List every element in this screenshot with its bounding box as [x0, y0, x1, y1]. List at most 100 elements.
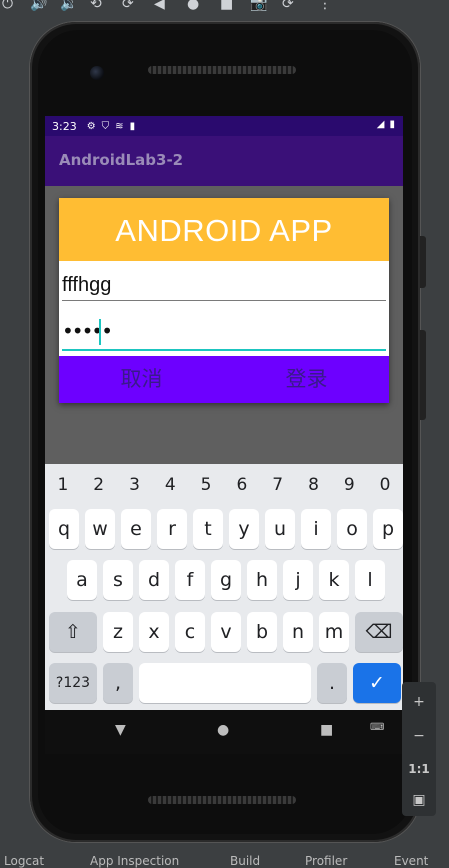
key-u[interactable]: u: [265, 509, 295, 549]
symbols-key[interactable]: ?123: [49, 663, 97, 703]
keyboard-switch-icon[interactable]: ⌨: [370, 722, 384, 733]
key-i[interactable]: i: [301, 509, 331, 549]
screenshot-icon[interactable]: 📷: [250, 0, 267, 12]
key-s[interactable]: s: [103, 560, 133, 600]
key-h[interactable]: h: [247, 560, 277, 600]
comma-key[interactable]: ,: [103, 663, 133, 703]
zoom-out-button[interactable]: −: [402, 728, 436, 744]
shift-icon: ⇧: [65, 621, 81, 643]
volume-button[interactable]: [420, 330, 426, 420]
nav-bar: ▼ ● ■ ⌨: [45, 710, 403, 754]
bottom-speaker: [148, 796, 296, 804]
key-c[interactable]: c: [175, 612, 205, 652]
cancel-button[interactable]: 取消: [59, 356, 224, 403]
backspace-icon: ⌫: [365, 621, 393, 643]
front-camera: [90, 66, 104, 80]
number-row: 1 2 3 4 5 6 7 8 9 0: [45, 466, 403, 504]
key-g[interactable]: g: [211, 560, 241, 600]
key-t[interactable]: t: [193, 509, 223, 549]
volume-down-icon[interactable]: 🔉: [60, 0, 77, 12]
signal-icon: ◢: [376, 119, 385, 130]
key-p[interactable]: p: [373, 509, 403, 549]
zoom-panel: + − 1:1 ▣: [402, 682, 436, 816]
key-row-4: ?123 , . ✓: [49, 663, 401, 703]
key-y[interactable]: y: [229, 509, 259, 549]
nav-recents-icon[interactable]: ■: [320, 722, 333, 738]
overview-icon[interactable]: ■: [220, 0, 233, 12]
more-icon[interactable]: ⋮: [318, 0, 332, 12]
key-n[interactable]: n: [283, 612, 313, 652]
fit-screen-icon[interactable]: ▣: [402, 792, 436, 808]
key-2[interactable]: 2: [81, 466, 117, 504]
app-bar: AndroidLab3-2: [45, 136, 403, 186]
key-e[interactable]: e: [121, 509, 151, 549]
key-3[interactable]: 3: [117, 466, 153, 504]
rotate-right-icon[interactable]: ⟳: [122, 0, 134, 12]
key-m[interactable]: m: [319, 612, 349, 652]
key-4[interactable]: 4: [152, 466, 188, 504]
key-j[interactable]: j: [283, 560, 313, 600]
key-x[interactable]: x: [139, 612, 169, 652]
volume-up-icon[interactable]: 🔊: [30, 0, 47, 12]
shift-key[interactable]: ⇧: [49, 612, 97, 652]
status-icons: ⚙ ⛉ ≋ ▮: [87, 121, 135, 132]
username-field[interactable]: fffhgg: [62, 268, 386, 301]
key-row-1: q w e r t y u i o p: [49, 509, 403, 549]
key-d[interactable]: d: [139, 560, 169, 600]
one-to-one-button[interactable]: 1:1: [402, 762, 436, 776]
login-button[interactable]: 登录: [224, 356, 389, 403]
check-icon: ✓: [369, 672, 385, 694]
earpiece-speaker: [148, 66, 296, 74]
device-screen: 3:23 ⚙ ⛉ ≋ ▮ ◢ ▮ AndroidLab3-2 ANDROID A…: [45, 116, 403, 710]
status-time: 3:23: [52, 119, 77, 133]
key-row-2: a s d f g h j k l: [67, 560, 385, 600]
dialog-button-bar: 取消 登录: [59, 356, 389, 403]
key-f[interactable]: f: [175, 560, 205, 600]
snapshot-icon[interactable]: ⟳: [282, 0, 294, 12]
key-5[interactable]: 5: [188, 466, 224, 504]
key-a[interactable]: a: [67, 560, 97, 600]
key-w[interactable]: w: [85, 509, 115, 549]
backspace-key[interactable]: ⌫: [355, 612, 403, 652]
settings-icon: ⚙: [86, 120, 96, 132]
home-icon[interactable]: ●: [187, 0, 199, 12]
username-value: fffhgg: [62, 274, 112, 296]
key-q[interactable]: q: [49, 509, 79, 549]
key-9[interactable]: 9: [331, 466, 367, 504]
key-b[interactable]: b: [247, 612, 277, 652]
zoom-in-button[interactable]: +: [402, 694, 436, 710]
status-right-icons: ◢ ▮: [377, 119, 395, 130]
space-key[interactable]: [139, 663, 311, 703]
key-o[interactable]: o: [337, 509, 367, 549]
key-8[interactable]: 8: [296, 466, 332, 504]
key-k[interactable]: k: [319, 560, 349, 600]
key-row-3: ⇧ z x c v b n m ⌫: [49, 612, 403, 652]
enter-key[interactable]: ✓: [353, 663, 401, 703]
nav-back-icon[interactable]: ▼: [115, 722, 126, 738]
period-key[interactable]: .: [317, 663, 347, 703]
ide-tool-window-bar: Logcat App Inspection Build Profiler Eve…: [0, 848, 449, 868]
key-7[interactable]: 7: [260, 466, 296, 504]
key-0[interactable]: 0: [367, 466, 403, 504]
dialog-header: ANDROID APP: [59, 198, 389, 261]
battery-icon: ▮: [389, 119, 395, 130]
wifi-off-icon: ≋: [115, 120, 124, 132]
text-cursor: [99, 319, 101, 345]
back-icon[interactable]: ◀: [154, 0, 165, 12]
password-field[interactable]: •••••: [62, 315, 386, 351]
app-title: AndroidLab3-2: [59, 151, 184, 169]
key-v[interactable]: v: [211, 612, 241, 652]
rotate-left-icon[interactable]: ⟲: [90, 0, 102, 12]
status-bar: 3:23 ⚙ ⛉ ≋ ▮ ◢ ▮: [45, 116, 403, 136]
reboot-icon[interactable]: ⏻: [2, 0, 13, 12]
key-z[interactable]: z: [103, 612, 133, 652]
power-button[interactable]: [420, 236, 426, 288]
key-r[interactable]: r: [157, 509, 187, 549]
key-1[interactable]: 1: [45, 466, 81, 504]
key-6[interactable]: 6: [224, 466, 260, 504]
emulator-toolbar: ⏻ 🔊 🔉 ⟲ ⟳ ◀ ● ■ 📷 ⟳ ⋮: [0, 0, 449, 14]
nav-home-icon[interactable]: ●: [217, 722, 229, 738]
shield-icon: ⛉: [101, 120, 110, 132]
key-l[interactable]: l: [355, 560, 385, 600]
password-value: •••••: [62, 319, 113, 343]
